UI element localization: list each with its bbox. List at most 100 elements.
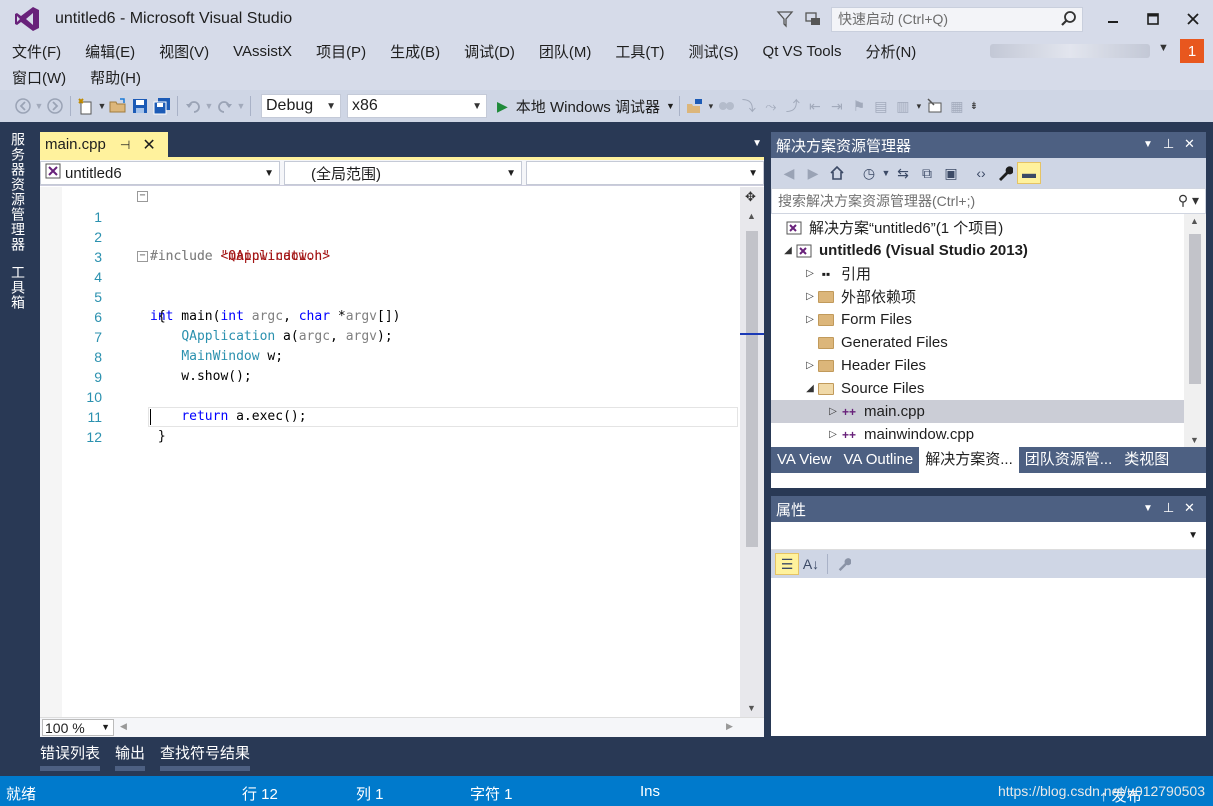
code-text-area[interactable]: 1 − #include "mainwindow.h" 2 #include <… [40, 187, 740, 717]
window-position-dropdown-icon[interactable]: ▼ [1143, 503, 1153, 514]
solution-configuration-select[interactable]: Debug ▼ [261, 94, 341, 118]
sync-icon[interactable]: ⇆ [891, 162, 915, 184]
scrollbar-thumb[interactable] [1189, 234, 1201, 384]
solution-search-input[interactable]: 搜索解决方案资源管理器(Ctrl+;) ⚲ ▾ [771, 188, 1206, 214]
redo-icon[interactable] [214, 95, 236, 117]
tree-item-source-files[interactable]: ◢ Source Files [771, 377, 1184, 400]
menu-item[interactable]: 调试(D) [464, 41, 515, 62]
breakpoints-icon[interactable] [716, 95, 738, 117]
tree-item-references[interactable]: ▷ ▪▪ 引用 [771, 262, 1184, 285]
run-dropdown-icon[interactable]: ▼ [666, 101, 675, 111]
pending-dropdown-icon[interactable]: ▼ [881, 162, 891, 184]
categorized-icon[interactable]: ☰ [775, 553, 799, 575]
menu-item[interactable]: 生成(B) [390, 41, 440, 62]
close-icon[interactable]: ✕ [142, 135, 155, 155]
tree-item-generated-files[interactable]: Generated Files [771, 331, 1184, 354]
open-file-icon[interactable] [107, 95, 129, 117]
tree-item-external-dependencies[interactable]: ▷ 外部依赖项 [771, 285, 1184, 308]
tab-va-view[interactable]: VA View [771, 447, 837, 473]
document-list-dropdown-icon[interactable]: ▼ [752, 138, 762, 149]
toolbar-overflow-icon[interactable]: ▾ [914, 95, 924, 117]
tab-class-view[interactable]: 类视图 [1118, 447, 1175, 473]
collapsed-arrow-icon[interactable]: ▷ [826, 406, 840, 417]
tab-main-cpp[interactable]: main.cpp ⊣ ✕ [40, 132, 168, 157]
feedback-icon[interactable] [799, 5, 827, 33]
window-position-dropdown-icon[interactable]: ▼ [1143, 139, 1153, 150]
forward-nav-icon[interactable] [44, 95, 66, 117]
tree-item-mainwindow-cpp[interactable]: ▷ ++ mainwindow.cpp [771, 423, 1184, 446]
view-code-icon[interactable]: ‹› [969, 162, 993, 184]
menu-item[interactable]: 编辑(E) [85, 41, 135, 62]
collapsed-arrow-icon[interactable]: ▷ [803, 291, 817, 302]
step-out-icon[interactable]: ⤴ [782, 95, 804, 117]
scroll-down-icon[interactable]: ▼ [1190, 435, 1199, 445]
object-select[interactable]: ▼ [771, 522, 1206, 550]
start-debugging-button[interactable]: ▶ 本地 Windows 调试器 ▼ [497, 96, 675, 117]
tab-error-list[interactable]: 错误列表 [40, 742, 101, 771]
pending-changes-icon[interactable]: ◷ [857, 162, 881, 184]
collapsed-arrow-icon[interactable]: ▷ [803, 314, 817, 325]
tab-solution-explorer[interactable]: 解决方案资... [919, 447, 1019, 473]
tree-item-header-files[interactable]: ▷ Header Files [771, 354, 1184, 377]
tab-va-outline[interactable]: VA Outline [837, 447, 919, 473]
tree-item-solution[interactable]: 解决方案“untitled6”(1 个项目) [771, 216, 1184, 239]
split-icon[interactable]: ✥ [745, 189, 756, 205]
menu-item[interactable]: 项目(P) [316, 41, 366, 62]
menu-item[interactable]: 帮助(H) [90, 67, 141, 88]
alphabetical-sort-icon[interactable]: A↓ [799, 553, 823, 575]
find-in-files-icon[interactable] [684, 95, 706, 117]
minimize-button[interactable] [1093, 3, 1133, 35]
scrollbar-thumb[interactable] [746, 231, 758, 547]
scroll-up-icon[interactable]: ▲ [1190, 216, 1199, 226]
scroll-down-icon[interactable]: ▼ [747, 703, 756, 713]
close-icon[interactable]: ✕ [1184, 136, 1195, 152]
tree-item-form-files[interactable]: ▷ Form Files [771, 308, 1184, 331]
home-icon[interactable] [825, 162, 849, 184]
solution-platform-select[interactable]: x86 ▼ [347, 94, 487, 118]
menu-item[interactable]: 团队(M) [539, 41, 592, 62]
maximize-button[interactable] [1133, 3, 1173, 35]
new-dropdown-icon[interactable]: ▼ [97, 95, 107, 117]
back-dropdown-icon[interactable]: ▼ [34, 95, 44, 117]
back-nav-icon[interactable] [12, 95, 34, 117]
menu-item[interactable]: 分析(N) [865, 41, 916, 62]
menu-item[interactable]: 视图(V) [159, 41, 209, 62]
qt-linguist-icon[interactable]: ▦ [946, 95, 968, 117]
tab-output[interactable]: 输出 [115, 742, 146, 771]
uncomment-icon[interactable]: ▥ [892, 95, 914, 117]
collapsed-arrow-icon[interactable]: ▷ [803, 360, 817, 371]
save-all-icon[interactable] [151, 95, 173, 117]
save-icon[interactable] [129, 95, 151, 117]
toolbar-overflow-icon[interactable]: ▾ [706, 95, 716, 117]
scroll-up-icon[interactable]: ▲ [747, 211, 756, 221]
forward-icon[interactable]: ▶ [801, 162, 825, 184]
comment-icon[interactable]: ▤ [870, 95, 892, 117]
collapsed-arrow-icon[interactable]: ▷ [803, 268, 817, 279]
tree-item-main-cpp[interactable]: ▷ ++ main.cpp [771, 400, 1184, 423]
indent-left-icon[interactable]: ⇤ [804, 95, 826, 117]
tab-team-explorer[interactable]: 团队资源管... [1019, 447, 1119, 473]
pin-icon[interactable]: ⊥ [1163, 136, 1174, 152]
expanded-arrow-icon[interactable]: ◢ [803, 383, 817, 394]
filter-icon[interactable] [771, 5, 799, 33]
menu-item[interactable]: 文件(F) [12, 41, 61, 62]
tree-item-project[interactable]: ◢ untitled6 (Visual Studio 2013) [771, 239, 1184, 262]
qt-designer-icon[interactable] [924, 95, 946, 117]
scroll-left-icon[interactable]: ◀ [120, 721, 127, 732]
back-icon[interactable]: ◀ [777, 162, 801, 184]
member-select[interactable]: ▼ [526, 161, 764, 185]
account-dropdown-icon[interactable]: ▼ [1158, 42, 1169, 54]
zoom-select[interactable]: 100 % ▼ [42, 719, 114, 736]
menu-item[interactable]: 窗口(W) [12, 67, 66, 88]
close-window-button[interactable] [1173, 3, 1213, 35]
new-project-icon[interactable] [75, 95, 97, 117]
collapse-icon[interactable]: − [137, 191, 148, 202]
close-icon[interactable]: ✕ [1184, 500, 1195, 516]
scope-select[interactable]: (全局范围) ▼ [284, 161, 522, 185]
properties-wrench-icon[interactable] [993, 162, 1017, 184]
bookmark-icon[interactable]: ⚑ [848, 95, 870, 117]
collapsed-arrow-icon[interactable]: ▷ [826, 429, 840, 440]
property-pages-wrench-icon[interactable] [832, 553, 856, 575]
menu-item[interactable]: 测试(S) [689, 41, 739, 62]
indent-right-icon[interactable]: ⇥ [826, 95, 848, 117]
